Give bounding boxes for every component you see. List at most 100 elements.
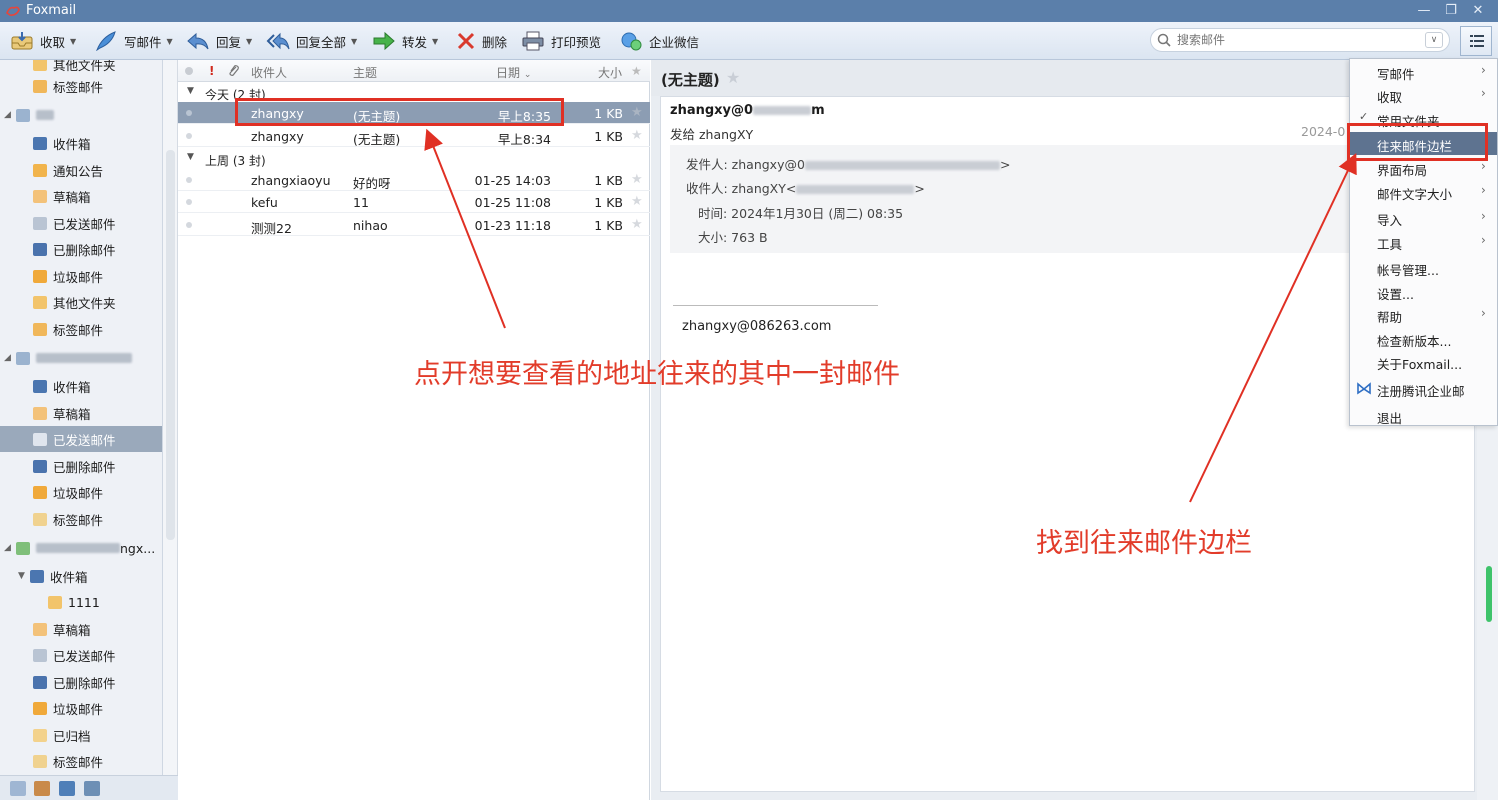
chevron-down-icon[interactable]: ▼ — [70, 37, 76, 46]
sidebar-item-tagged[interactable]: 标签邮件 — [0, 316, 162, 342]
priority-column-icon[interactable]: ! — [209, 64, 214, 78]
account-header-1[interactable]: ◢ — [0, 102, 162, 128]
sent-to[interactable]: 发给 zhangXY — [670, 124, 753, 143]
menu-item-settings[interactable]: 设置... — [1350, 280, 1497, 303]
sidebar-item-tagged[interactable]: 标签邮件 — [0, 73, 162, 99]
sidebar-item-other-folders[interactable]: 其他文件夹 — [0, 289, 162, 315]
sidebar-item-drafts[interactable]: 草稿箱 — [0, 616, 162, 642]
mail-row[interactable]: zhangxy (无主题) 早上8:34 1 KB ★ — [178, 125, 650, 147]
print-preview-button[interactable]: 打印预览 — [521, 29, 601, 53]
minimize-button[interactable]: — — [1414, 2, 1434, 20]
sidebar-item-drafts[interactable]: 草稿箱 — [0, 400, 162, 426]
expand-arrow-icon[interactable]: ◢ — [4, 543, 14, 553]
read-dot-icon — [186, 222, 192, 228]
sent-icon — [33, 648, 47, 662]
delete-button[interactable]: 删除 — [456, 29, 507, 53]
menu-item-compose[interactable]: 写邮件 › — [1350, 60, 1497, 83]
sidebar-item-inbox[interactable]: 收件箱 — [0, 373, 162, 399]
sidebar-item-sent[interactable]: 已发送邮件 — [0, 642, 162, 668]
star-icon[interactable]: ★ — [631, 128, 643, 143]
mail-row[interactable]: zhangxiaoyu 好的呀 01-25 14:03 1 KB ★ — [178, 169, 650, 191]
contacts-icon[interactable] — [34, 781, 50, 796]
sidebar-item-spam[interactable]: 垃圾邮件 — [0, 695, 162, 721]
column-subject[interactable]: 主题 — [353, 64, 377, 81]
expand-arrow-icon[interactable]: ◢ — [4, 110, 14, 120]
column-recipient[interactable]: 收件人 — [251, 64, 287, 81]
close-button[interactable]: ✕ — [1468, 2, 1488, 20]
star-icon[interactable]: ★ — [631, 194, 643, 209]
group-today[interactable]: ▼ 今天 (2 封) — [178, 83, 650, 103]
reply-all-button[interactable]: 回复全部 ▼ — [266, 29, 357, 53]
sidebar-item-sent-selected[interactable]: 已发送邮件 — [0, 426, 162, 452]
menu-item-label: 常用文件夹 — [1377, 114, 1440, 129]
search-options-chevron-icon[interactable]: ∨ — [1425, 32, 1443, 48]
menu-item-contact-mail-sidebar[interactable]: 往来邮件边栏 — [1350, 132, 1497, 155]
sidebar-item-announcements[interactable]: 通知公告 — [0, 157, 162, 183]
menu-item-font-size[interactable]: 邮件文字大小 › — [1350, 180, 1497, 203]
search-box[interactable]: ∨ — [1150, 28, 1450, 52]
forward-button[interactable]: 转发 ▼ — [372, 29, 438, 53]
sidebar-item-deleted[interactable]: 已删除邮件 — [0, 236, 162, 262]
star-icon[interactable]: ★ — [631, 105, 643, 120]
collapse-arrow-icon[interactable]: ▼ — [187, 152, 194, 162]
wecom-button[interactable]: 企业微信 — [619, 29, 699, 53]
reply-all-arrow-icon — [266, 31, 290, 51]
expand-arrow-icon[interactable]: ◢ — [4, 353, 14, 363]
receive-button[interactable]: 收取 ▼ — [10, 29, 76, 53]
main-menu-button[interactable] — [1460, 26, 1492, 56]
mail-row[interactable]: 测测22 nihao 01-23 11:18 1 KB ★ — [178, 214, 650, 236]
collapse-arrow-icon[interactable]: ▼ — [187, 86, 194, 96]
sidebar-item-sent[interactable]: 已发送邮件 — [0, 210, 162, 236]
attachment-column-icon[interactable] — [228, 64, 240, 80]
feeds-icon[interactable] — [84, 781, 100, 796]
star-column-icon[interactable]: ★ — [631, 64, 642, 78]
calendar-icon[interactable] — [59, 781, 75, 796]
scroll-indicator[interactable] — [1486, 566, 1492, 622]
account-header-3[interactable]: ◢ ngx... — [0, 535, 162, 561]
sidebar-item-tagged[interactable]: 标签邮件 — [0, 506, 162, 532]
group-last-week[interactable]: ▼ 上周 (3 封) — [178, 149, 650, 169]
reply-button[interactable]: 回复 ▼ — [186, 29, 252, 53]
restore-button[interactable]: ❐ — [1441, 2, 1461, 20]
sidebar-item-drafts[interactable]: 草稿箱 — [0, 183, 162, 209]
sidebar-scrollbar[interactable] — [163, 60, 178, 775]
sidebar-item-deleted[interactable]: 已删除邮件 — [0, 669, 162, 695]
chevron-down-icon[interactable]: ▼ — [246, 37, 252, 46]
search-input[interactable] — [1177, 32, 1417, 48]
sidebar-item-spam[interactable]: 垃圾邮件 — [0, 263, 162, 289]
menu-item-receive[interactable]: 收取 › — [1350, 83, 1497, 106]
menu-item-common-folders[interactable]: ✓ 常用文件夹 — [1350, 107, 1497, 130]
menu-item-register-exmail[interactable]: 注册腾讯企业邮 — [1350, 377, 1497, 400]
chevron-down-icon[interactable]: ▼ — [351, 37, 357, 46]
scrollbar-thumb[interactable] — [166, 150, 175, 540]
sidebar-item-tagged[interactable]: 标签邮件 — [0, 748, 162, 774]
star-icon[interactable]: ★ — [726, 68, 740, 87]
read-status-column-icon[interactable] — [184, 65, 194, 79]
menu-item-about[interactable]: 关于Foxmail... — [1350, 350, 1497, 373]
menu-item-help[interactable]: 帮助 › — [1350, 303, 1497, 326]
menu-item-layout[interactable]: 界面布局 › — [1350, 156, 1497, 179]
menu-item-check-updates[interactable]: 检查新版本... — [1350, 327, 1497, 350]
chevron-down-icon[interactable]: ▼ — [167, 37, 173, 46]
sidebar-item-folder-1111[interactable]: 1111 — [0, 589, 162, 615]
sidebar-item-inbox[interactable]: ▼ 收件箱 — [0, 563, 162, 589]
compose-button[interactable]: 写邮件 ▼ — [94, 29, 173, 53]
mail-row-selected[interactable]: zhangxy (无主题) 早上8:35 1 KB ★ — [178, 102, 650, 124]
menu-item-tools[interactable]: 工具 › — [1350, 230, 1497, 253]
sidebar-item-inbox[interactable]: 收件箱 — [0, 130, 162, 156]
menu-item-import[interactable]: 导入 › — [1350, 206, 1497, 229]
mail-view-icon[interactable] — [10, 781, 26, 796]
menu-item-account-management[interactable]: 帐号管理... — [1350, 256, 1497, 279]
star-icon[interactable]: ★ — [631, 172, 643, 187]
menu-item-exit[interactable]: 退出 — [1350, 404, 1497, 427]
sidebar-item-archived[interactable]: 已归档 — [0, 722, 162, 748]
chevron-down-icon[interactable]: ▼ — [432, 37, 438, 46]
mail-row[interactable]: kefu 11 01-25 11:08 1 KB ★ — [178, 191, 650, 213]
sidebar-item-deleted[interactable]: 已删除邮件 — [0, 453, 162, 479]
column-size[interactable]: 大小 — [598, 64, 622, 81]
column-date[interactable]: 日期 ⌄ — [496, 64, 531, 81]
account-header-2[interactable]: ◢ — [0, 345, 162, 371]
sidebar-item-spam[interactable]: 垃圾邮件 — [0, 479, 162, 505]
expand-arrow-icon[interactable]: ▼ — [18, 571, 28, 581]
star-icon[interactable]: ★ — [631, 217, 643, 232]
